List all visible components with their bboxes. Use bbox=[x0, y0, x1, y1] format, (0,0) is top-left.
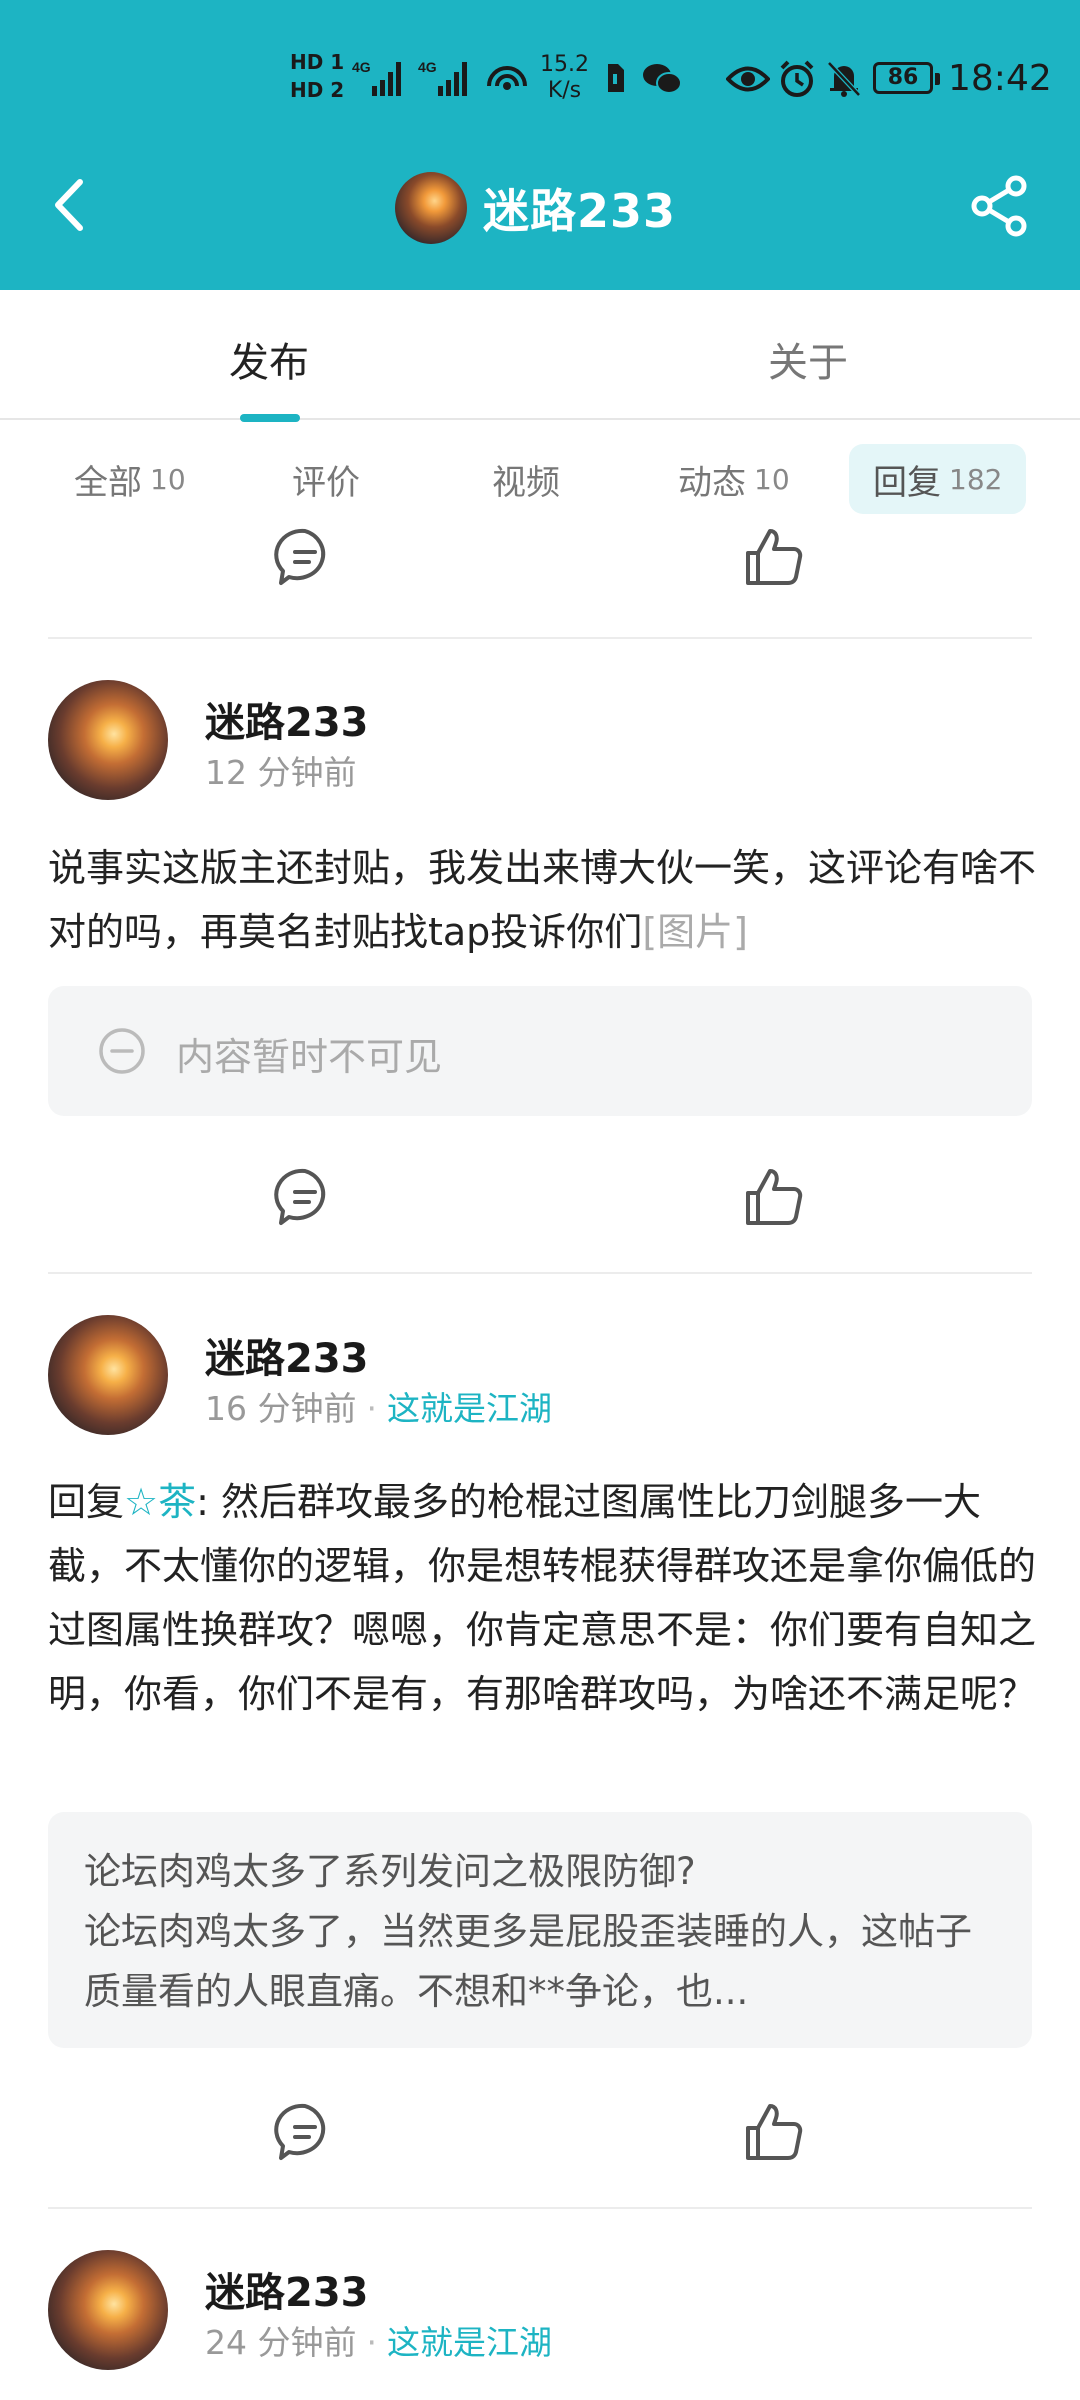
filter-all[interactable]: 全部 10 bbox=[50, 444, 210, 514]
status-bar: HD 1 HD 2 4G 4G 15.2 K/s 86 18:42 bbox=[0, 0, 1080, 160]
divider bbox=[48, 637, 1032, 639]
circle-link[interactable]: 这就是江湖 bbox=[387, 2323, 552, 2362]
eye-icon bbox=[726, 66, 770, 92]
post-actions bbox=[0, 525, 1080, 605]
filter-videos[interactable]: 视频 bbox=[468, 444, 584, 514]
back-arrow-icon[interactable] bbox=[40, 170, 100, 240]
hidden-notice-text: 内容暂时不可见 bbox=[176, 1035, 443, 1079]
clock: 18:42 bbox=[948, 58, 1052, 99]
post-actions bbox=[0, 2100, 1080, 2180]
image-tag: [图片] bbox=[642, 910, 748, 954]
post-meta: 16 分钟前 · 这就是江湖 bbox=[205, 1389, 552, 1428]
post-text[interactable]: 回复☆茶: 然后群攻最多的枪棍过图属性比刀剑腿多一大截，不太懂你的逻辑，你是想转… bbox=[48, 1470, 1038, 1726]
circle-link[interactable]: 这就是江湖 bbox=[387, 1389, 552, 1428]
post-body: 说事实这版主还封贴，我发出来博大伙一笑，这评论有啥不对的吗，再莫名封贴找tap投… bbox=[48, 846, 1037, 954]
post-time: 16 分钟前 bbox=[205, 1389, 357, 1428]
hd1-label: HD 1 bbox=[290, 50, 345, 74]
post-time: 24 分钟前 bbox=[205, 2323, 357, 2362]
avatar[interactable] bbox=[48, 1315, 168, 1435]
reply-prefix: 回复 bbox=[48, 1480, 125, 1524]
avatar[interactable] bbox=[48, 2250, 168, 2370]
filter-count: 10 bbox=[150, 462, 186, 496]
filter-chips: 全部 10 评价 视频 动态 10 回复 182 bbox=[0, 436, 1080, 516]
filter-label: 全部 bbox=[74, 462, 142, 503]
reply-to-user[interactable]: ☆茶 bbox=[124, 1480, 196, 1524]
speed-value: 15.2 bbox=[540, 52, 589, 77]
comment-icon[interactable] bbox=[273, 2100, 337, 2164]
hidden-content-notice: 内容暂时不可见 bbox=[48, 986, 1032, 1116]
comment-icon[interactable] bbox=[273, 1165, 337, 1229]
signal-2-icon: 4G bbox=[418, 59, 467, 96]
filter-label: 动态 bbox=[678, 462, 746, 503]
post-meta: 24 分钟前 · 这就是江湖 bbox=[205, 2323, 552, 2362]
filter-label: 评价 bbox=[292, 462, 360, 503]
quoted-thread[interactable]: 论坛肉鸡太多了系列发问之极限防御? 论坛肉鸡太多了，当然更多是屁股歪装睡的人，这… bbox=[48, 1812, 1032, 2048]
filter-moments[interactable]: 动态 10 bbox=[654, 444, 814, 514]
filter-reviews[interactable]: 评价 bbox=[268, 444, 384, 514]
divider bbox=[48, 1272, 1032, 1274]
tab-publish[interactable]: 发布 bbox=[229, 330, 309, 388]
hotspot-icon bbox=[487, 66, 527, 90]
svg-text:4G: 4G bbox=[418, 59, 437, 75]
quote-body: 论坛肉鸡太多了，当然更多是屁股歪装睡的人，这帖子质量看的人眼直痛。不想和**争论… bbox=[84, 1910, 972, 2013]
author-name[interactable]: 迷路233 bbox=[205, 2260, 369, 2318]
svg-text:4G: 4G bbox=[352, 59, 371, 75]
share-icon[interactable] bbox=[968, 174, 1032, 238]
post-text[interactable]: 说事实这版主还封贴，我发出来博大伙一笑，这评论有啥不对的吗，再莫名封贴找tap投… bbox=[48, 836, 1038, 964]
network-speed: 15.2 K/s bbox=[540, 52, 589, 104]
avatar bbox=[395, 171, 467, 244]
avatar[interactable] bbox=[48, 680, 168, 800]
hd-indicator: HD 1 HD 2 bbox=[290, 48, 344, 104]
like-icon[interactable] bbox=[742, 1165, 806, 1229]
mute-bell-icon bbox=[827, 61, 861, 97]
filter-count: 10 bbox=[754, 462, 790, 496]
sim-icon bbox=[608, 64, 624, 92]
hd2-label: HD 2 bbox=[290, 78, 345, 102]
filter-replies[interactable]: 回复 182 bbox=[849, 444, 1027, 514]
post-time: 12 分钟前 bbox=[205, 753, 357, 792]
filter-count: 182 bbox=[949, 462, 1003, 496]
divider bbox=[48, 2207, 1032, 2209]
active-tab-indicator bbox=[240, 414, 300, 422]
filter-label: 视频 bbox=[492, 462, 560, 503]
post-body: : 然后群攻最多的枪棍过图属性比刀剑腿多一大截，不太懂你的逻辑，你是想转棍获得群… bbox=[48, 1480, 1037, 1716]
signal-icon: 4G bbox=[352, 59, 401, 96]
page-title: 迷路233 bbox=[483, 183, 677, 238]
profile-title[interactable]: 迷路233 bbox=[395, 170, 676, 245]
wechat-icon bbox=[643, 64, 682, 94]
post-actions bbox=[0, 1165, 1080, 1245]
filter-label: 回复 bbox=[873, 462, 941, 503]
author-name[interactable]: 迷路233 bbox=[205, 1326, 369, 1384]
speed-unit: K/s bbox=[547, 78, 582, 103]
app-header: HD 1 HD 2 4G 4G 15.2 K/s 86 18:42 迷路233 bbox=[0, 0, 1080, 290]
tab-about[interactable]: 关于 bbox=[768, 330, 848, 388]
battery-indicator: 86 bbox=[873, 62, 940, 94]
like-icon[interactable] bbox=[742, 2100, 806, 2164]
main-tabs: 发布 关于 bbox=[0, 290, 1080, 420]
like-icon[interactable] bbox=[742, 525, 806, 589]
alarm-icon bbox=[780, 60, 814, 97]
minus-circle-icon bbox=[99, 1028, 145, 1074]
author-name[interactable]: 迷路233 bbox=[205, 690, 369, 748]
quote-title: 论坛肉鸡太多了系列发问之极限防御? bbox=[84, 1850, 696, 1893]
comment-icon[interactable] bbox=[273, 525, 337, 589]
